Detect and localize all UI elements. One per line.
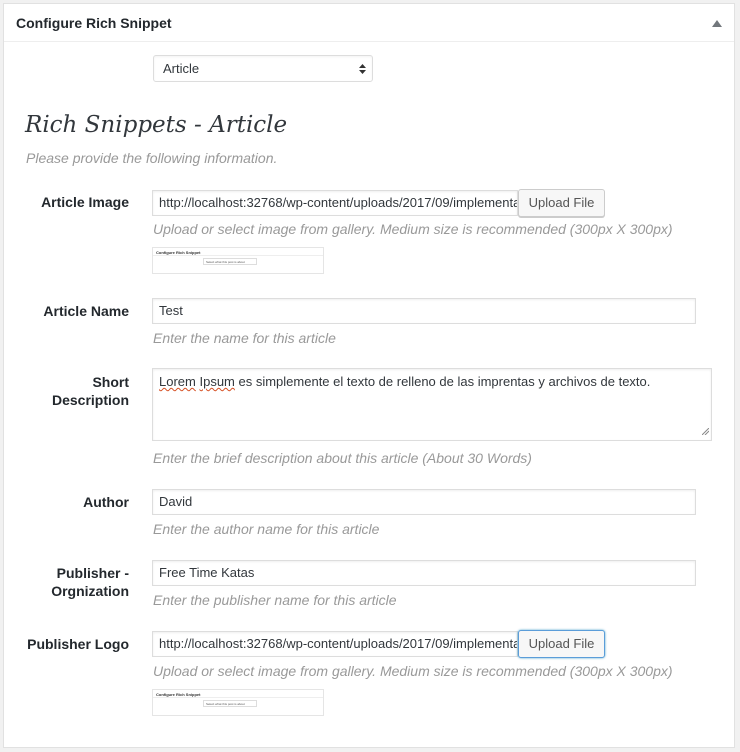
article-image-preview: Configure Rich Snippet Select what this … <box>152 247 324 274</box>
metabox-header[interactable]: Configure Rich Snippet <box>4 4 734 42</box>
spellcheck-word-ipsum: Ipsum <box>199 374 235 389</box>
resize-grip-icon[interactable] <box>701 423 710 438</box>
section-title: Rich Snippets - Article <box>25 112 288 138</box>
preview-select: Select what this post is about <box>203 700 257 707</box>
article-name-help: Enter the name for this article <box>153 330 336 346</box>
short-description-label-line1: Short <box>92 374 129 390</box>
publisher-organization-label-line1: Publisher - <box>56 565 129 581</box>
author-label: Author <box>83 494 129 510</box>
author-input[interactable]: David <box>152 489 696 515</box>
article-name-input[interactable]: Test <box>152 298 696 324</box>
select-arrows-icon <box>359 63 366 78</box>
rich-snippet-metabox: Configure Rich Snippet Article Rich Snip… <box>3 3 735 748</box>
publisher-organization-help: Enter the publisher name for this articl… <box>153 592 397 608</box>
spellcheck-word-lorem: Lorem <box>159 374 196 389</box>
short-description-label: Short Description <box>52 373 129 409</box>
preview-divider <box>153 255 323 256</box>
article-image-help: Upload or select image from gallery. Med… <box>153 221 673 237</box>
section-description: Please provide the following information… <box>26 150 278 166</box>
publisher-logo-label: Publisher Logo <box>27 636 129 652</box>
publisher-logo-upload-button[interactable]: Upload File <box>518 630 605 658</box>
short-description-textarea[interactable]: Lorem Ipsum es simplemente el texto de r… <box>152 368 712 441</box>
article-image-label: Article Image <box>41 194 129 210</box>
article-name-label: Article Name <box>43 303 129 319</box>
preview-divider <box>153 697 323 698</box>
publisher-logo-preview: Configure Rich Snippet Select what this … <box>152 689 324 716</box>
publisher-organization-label: Publisher - Orgnization <box>51 564 129 600</box>
author-help: Enter the author name for this article <box>153 521 380 537</box>
metabox-title: Configure Rich Snippet <box>16 15 172 31</box>
schema-type-select[interactable]: Article <box>153 55 373 82</box>
article-image-url-input[interactable]: http://localhost:32768/wp-content/upload… <box>152 190 518 216</box>
publisher-organization-label-line2: Orgnization <box>51 583 129 599</box>
publisher-organization-input[interactable]: Free Time Katas <box>152 560 696 586</box>
publisher-logo-help: Upload or select image from gallery. Med… <box>153 663 673 679</box>
schema-type-selected-value: Article <box>163 61 200 76</box>
short-description-help: Enter the brief description about this a… <box>153 450 532 466</box>
triangle-up-icon[interactable] <box>708 14 726 32</box>
article-image-upload-button[interactable]: Upload File <box>518 189 605 217</box>
short-description-label-line2: Description <box>51 392 129 408</box>
publisher-logo-url-input[interactable]: http://localhost:32768/wp-content/upload… <box>152 631 518 657</box>
description-text: es simplemente el texto de relleno de la… <box>234 374 651 389</box>
preview-select: Select what this post is about <box>203 258 257 265</box>
